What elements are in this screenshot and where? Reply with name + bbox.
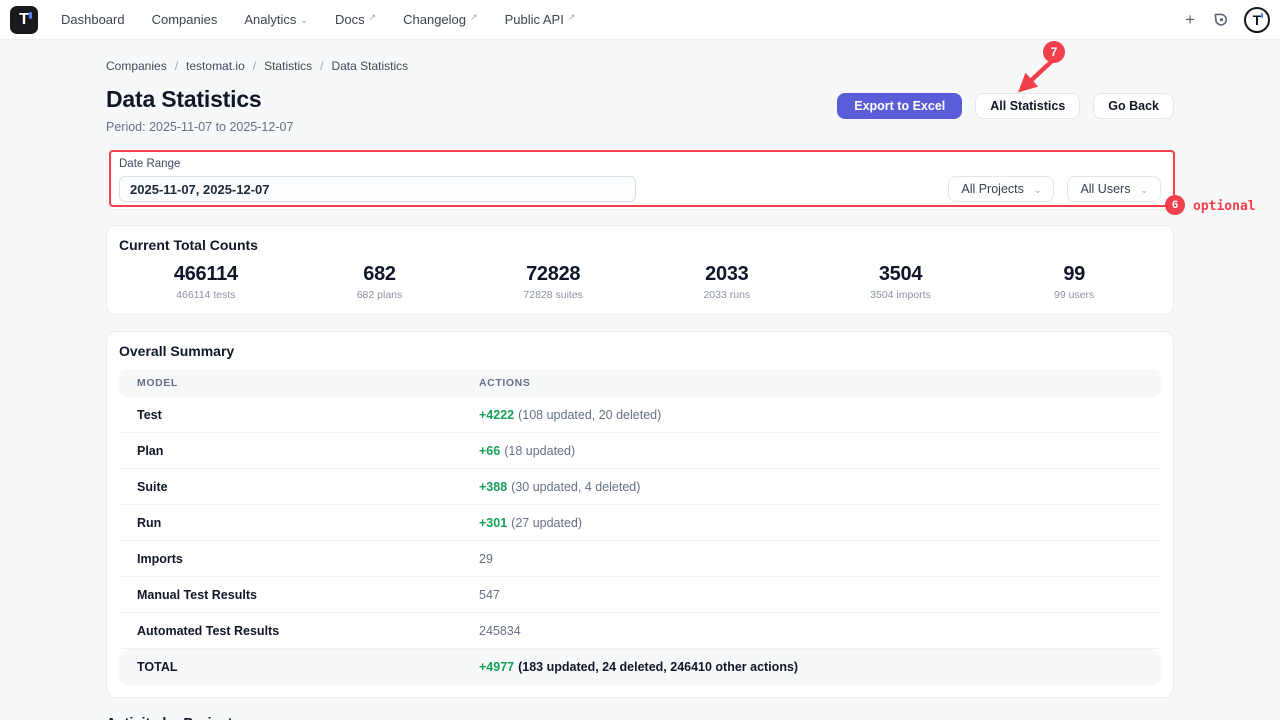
table-row: Automated Test Results 245834 bbox=[119, 613, 1161, 649]
breadcrumb-separator: / bbox=[253, 59, 256, 73]
breadcrumb: Companies / testomat.io / Statistics / D… bbox=[106, 59, 1174, 73]
breadcrumb-separator: / bbox=[175, 59, 178, 73]
stat-imports: 3504 3504 imports bbox=[814, 263, 988, 301]
date-range-label: Date Range bbox=[119, 158, 1161, 170]
external-link-icon: ↗ bbox=[470, 12, 478, 23]
projects-dropdown[interactable]: All Projects ⌄ bbox=[948, 176, 1054, 202]
go-back-button[interactable]: Go Back bbox=[1093, 93, 1174, 119]
activity-by-project-heading: Activity by Project bbox=[106, 716, 1174, 720]
added-count: +4977 bbox=[479, 660, 514, 674]
avatar-letter: T bbox=[1253, 13, 1262, 27]
stat-label: 3504 imports bbox=[814, 289, 988, 301]
action-detail: (18 updated) bbox=[504, 444, 575, 458]
breadcrumb-separator: / bbox=[320, 59, 323, 73]
chevron-down-icon: ⌄ bbox=[1140, 185, 1148, 196]
column-header-model: MODEL bbox=[119, 377, 479, 389]
stat-label: 2033 runs bbox=[640, 289, 814, 301]
export-to-excel-button[interactable]: Export to Excel bbox=[837, 93, 962, 119]
stat-value: 72828 bbox=[466, 263, 640, 286]
filter-panel: Date Range All Projects ⌄ All Users ⌄ 6 … bbox=[106, 148, 1174, 210]
table-row: Test +4222(108 updated, 20 deleted) bbox=[119, 397, 1161, 433]
stat-label: 466114 tests bbox=[119, 289, 293, 301]
table-row: Imports 29 bbox=[119, 541, 1161, 577]
added-count: +66 bbox=[479, 444, 500, 458]
logo-letter: T bbox=[19, 12, 29, 28]
stat-tests: 466114 466114 tests bbox=[119, 263, 293, 301]
filter-controls: All Projects ⌄ All Users ⌄ bbox=[119, 176, 1161, 202]
action-detail: (27 updated) bbox=[511, 516, 582, 530]
header-buttons: Export to Excel All Statistics Go Back bbox=[837, 93, 1174, 119]
action-detail: 245834 bbox=[479, 624, 521, 638]
all-statistics-button[interactable]: All Statistics bbox=[975, 93, 1080, 119]
table-row: Plan +66(18 updated) bbox=[119, 433, 1161, 469]
user-avatar[interactable]: T bbox=[1244, 7, 1270, 33]
annotation-badge-7: 7 bbox=[1043, 41, 1065, 63]
plus-icon[interactable]: + bbox=[1183, 11, 1197, 28]
action-detail: (30 updated, 4 deleted) bbox=[511, 480, 640, 494]
nav-item-changelog[interactable]: Changelog ↗ bbox=[403, 12, 477, 27]
nav-item-dashboard[interactable]: Dashboard bbox=[61, 12, 125, 27]
stat-value: 99 bbox=[987, 263, 1161, 286]
annotation-badge-6: 6 bbox=[1165, 195, 1185, 215]
nav-item-analytics[interactable]: Analytics ⌄ bbox=[244, 12, 308, 27]
breadcrumb-company[interactable]: testomat.io bbox=[186, 59, 245, 73]
table-header-row: MODEL ACTIONS bbox=[119, 369, 1161, 397]
stat-value: 3504 bbox=[814, 263, 988, 286]
chevron-down-icon: ⌄ bbox=[1034, 185, 1042, 196]
period-text: Period: 2025-11-07 to 2025-12-07 bbox=[106, 120, 293, 134]
stat-runs: 2033 2033 runs bbox=[640, 263, 814, 301]
overall-summary-card: Overall Summary MODEL ACTIONS Test +4222… bbox=[106, 331, 1174, 698]
nav-item-companies[interactable]: Companies bbox=[152, 12, 218, 27]
title-block: Data Statistics Period: 2025-11-07 to 20… bbox=[106, 86, 293, 134]
top-navbar: T Dashboard Companies Analytics ⌄ Docs ↗… bbox=[0, 0, 1280, 40]
navbar-left: T Dashboard Companies Analytics ⌄ Docs ↗… bbox=[10, 6, 575, 34]
annotation-optional-label: optional bbox=[1193, 199, 1256, 214]
page-title: Data Statistics bbox=[106, 86, 293, 113]
stat-suites: 72828 72828 suites bbox=[466, 263, 640, 301]
date-range-input[interactable] bbox=[119, 176, 636, 202]
column-header-actions: ACTIONS bbox=[479, 377, 1161, 389]
nav-item-public-api[interactable]: Public API ↗ bbox=[505, 12, 576, 27]
summary-table: MODEL ACTIONS Test +4222(108 updated, 20… bbox=[119, 369, 1161, 685]
action-detail: (183 updated, 24 deleted, 246410 other a… bbox=[518, 660, 798, 674]
added-count: +388 bbox=[479, 480, 507, 494]
support-icon[interactable] bbox=[1212, 11, 1229, 28]
nav-item-docs[interactable]: Docs ↗ bbox=[335, 12, 376, 27]
added-count: +4222 bbox=[479, 408, 514, 422]
external-link-icon: ↗ bbox=[369, 12, 377, 23]
users-dropdown[interactable]: All Users ⌄ bbox=[1067, 176, 1161, 202]
stat-label: 682 plans bbox=[293, 289, 467, 301]
stat-users: 99 99 users bbox=[987, 263, 1161, 301]
app-logo[interactable]: T bbox=[10, 6, 38, 34]
breadcrumb-current: Data Statistics bbox=[331, 59, 408, 73]
stat-plans: 682 682 plans bbox=[293, 263, 467, 301]
added-count: +301 bbox=[479, 516, 507, 530]
table-row: Suite +388(30 updated, 4 deleted) bbox=[119, 469, 1161, 505]
external-link-icon: ↗ bbox=[568, 12, 576, 23]
stat-label: 72828 suites bbox=[466, 289, 640, 301]
navbar-right: + T bbox=[1183, 7, 1270, 33]
stat-label: 99 users bbox=[987, 289, 1161, 301]
main-content: Companies / testomat.io / Statistics / D… bbox=[106, 59, 1174, 720]
breadcrumb-companies[interactable]: Companies bbox=[106, 59, 167, 73]
summary-heading: Overall Summary bbox=[119, 343, 1161, 359]
stats-row: 466114 466114 tests 682 682 plans 72828 … bbox=[119, 263, 1161, 301]
action-detail: 547 bbox=[479, 588, 500, 602]
stat-value: 2033 bbox=[640, 263, 814, 286]
stat-value: 682 bbox=[293, 263, 467, 286]
breadcrumb-statistics[interactable]: Statistics bbox=[264, 59, 312, 73]
page-header: Data Statistics Period: 2025-11-07 to 20… bbox=[106, 86, 1174, 134]
action-detail: 29 bbox=[479, 552, 493, 566]
chevron-down-icon: ⌄ bbox=[300, 15, 308, 26]
action-detail: (108 updated, 20 deleted) bbox=[518, 408, 661, 422]
stat-value: 466114 bbox=[119, 263, 293, 286]
current-total-counts-card: Current Total Counts 466114 466114 tests… bbox=[106, 225, 1174, 315]
table-row: Manual Test Results 547 bbox=[119, 577, 1161, 613]
table-row: Run +301(27 updated) bbox=[119, 505, 1161, 541]
totals-heading: Current Total Counts bbox=[119, 237, 1161, 253]
table-total-row: TOTAL +4977(183 updated, 24 deleted, 246… bbox=[119, 649, 1161, 685]
